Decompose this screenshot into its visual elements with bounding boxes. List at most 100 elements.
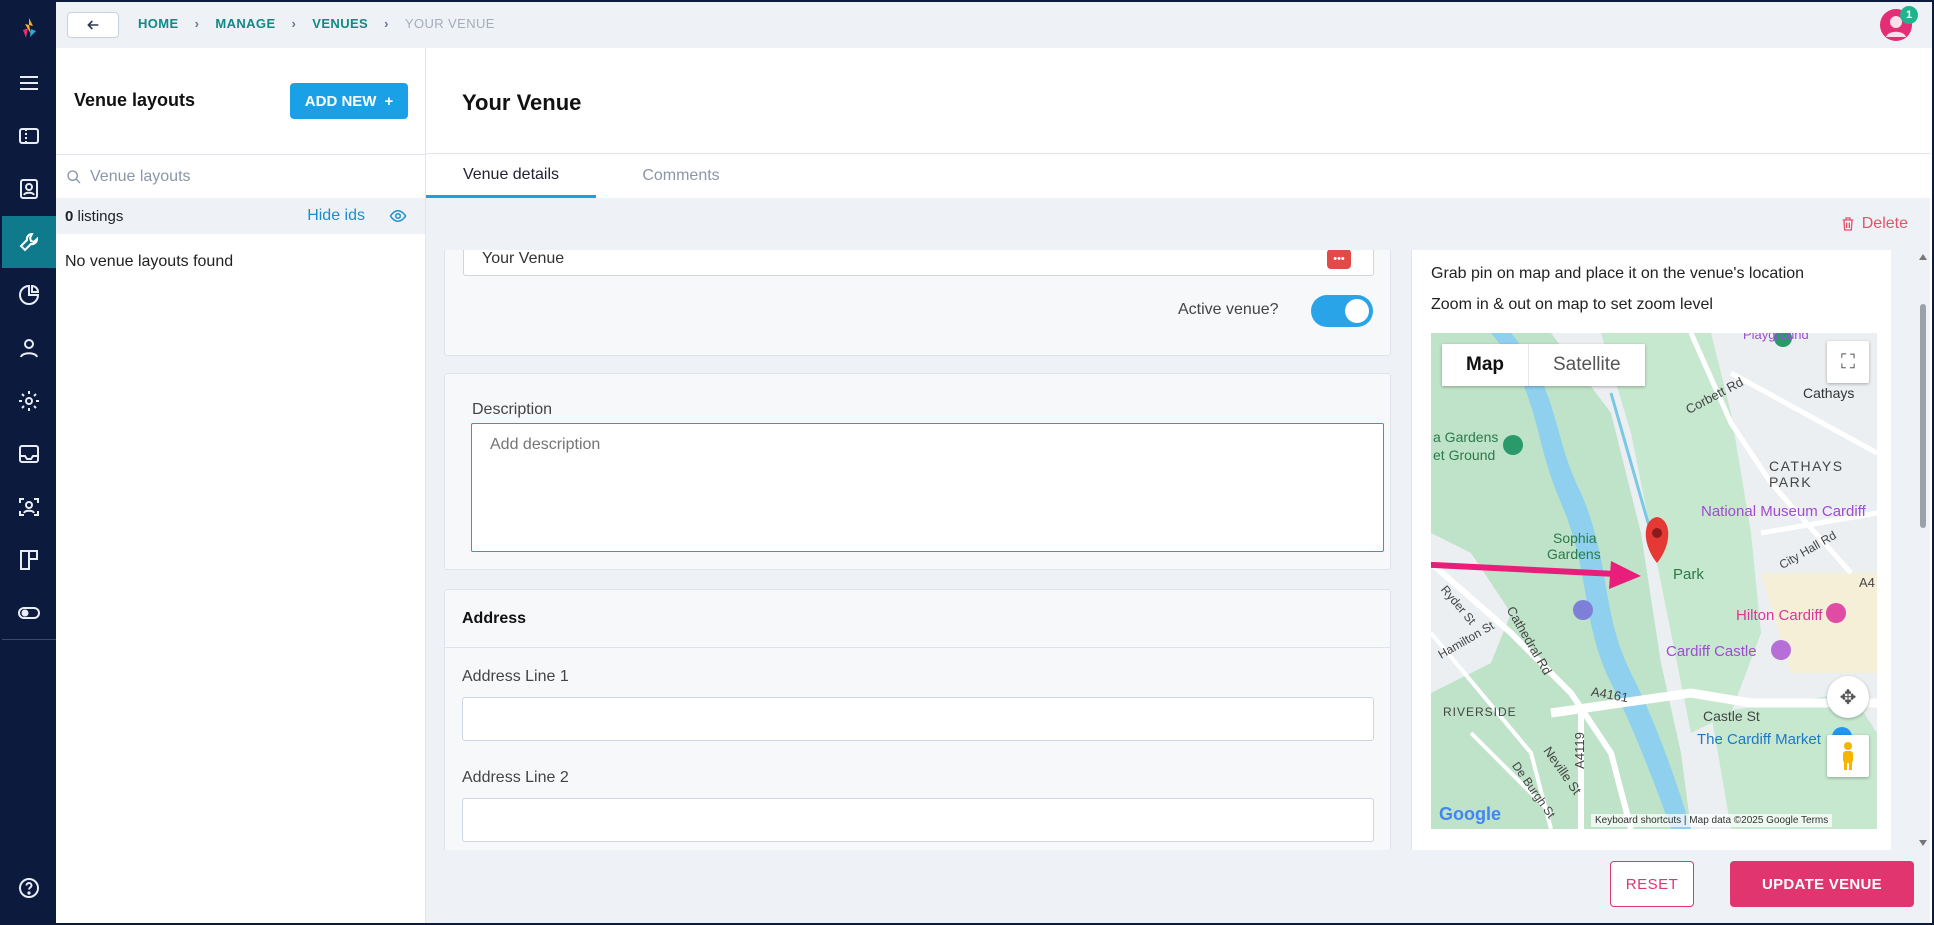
breadcrumb: HOME › MANAGE › VENUES › YOUR VENUE — [138, 16, 495, 31]
menu-icon[interactable] — [2, 57, 56, 109]
layout-board-icon[interactable] — [2, 534, 56, 586]
fullscreen-icon[interactable]: ⛶ — [1827, 341, 1869, 383]
footer-bar: RESET UPDATE VENUE — [426, 850, 1930, 923]
map-type-switch: Map Satellite — [1442, 344, 1645, 386]
active-venue-toggle[interactable] — [1311, 295, 1373, 327]
description-textarea[interactable] — [471, 423, 1384, 552]
address-heading: Address — [445, 590, 1390, 648]
map-type-map-button[interactable]: Map — [1442, 344, 1529, 386]
eye-icon[interactable] — [389, 207, 407, 225]
user-icon[interactable] — [2, 322, 56, 374]
pegman-icon[interactable] — [1827, 735, 1869, 777]
app-logo-icon[interactable] — [2, 2, 56, 54]
ticket-icon[interactable] — [2, 110, 56, 162]
map-label-park: Park — [1673, 566, 1704, 583]
venue-map[interactable]: Playground Cathays Corbett Rd a Gardens … — [1431, 333, 1877, 829]
map-hint-zoom: Zoom in & out on map to set zoom level — [1431, 296, 1713, 313]
breadcrumb-current: YOUR VENUE — [404, 16, 495, 31]
map-label-ground: et Ground — [1433, 447, 1496, 463]
update-venue-button[interactable]: UPDATE VENUE — [1730, 861, 1914, 907]
arrow-left-icon — [87, 20, 99, 30]
main-header: Your Venue — [426, 48, 1930, 154]
listing-count-number: 0 — [65, 207, 74, 225]
map-label-sophia: Sophia — [1553, 530, 1597, 546]
map-label-a4: A4 — [1859, 575, 1875, 590]
password-manager-icon[interactable]: ••• — [1327, 250, 1351, 269]
map-label-castle-st: Castle St — [1703, 708, 1760, 724]
toggle-icon[interactable] — [2, 587, 56, 639]
map-type-satellite-button[interactable]: Satellite — [1529, 344, 1645, 386]
face-scan-icon[interactable] — [2, 481, 56, 533]
map-label-playground: Playground — [1743, 333, 1809, 342]
address-line2-label: Address Line 2 — [462, 769, 569, 786]
active-venue-label: Active venue? — [1178, 301, 1279, 318]
back-button[interactable] — [67, 12, 119, 38]
google-logo: Google — [1439, 804, 1501, 824]
page-title: Your Venue — [462, 90, 582, 115]
address-card: Address Address Line 1 Address Line 2 — [444, 589, 1391, 850]
tab-venue-details[interactable]: Venue details — [426, 154, 596, 198]
map-label-market: The Cardiff Market — [1697, 731, 1821, 748]
tab-comments[interactable]: Comments — [596, 154, 766, 198]
reset-button[interactable]: RESET — [1610, 861, 1694, 907]
wrench-icon[interactable] — [2, 216, 56, 268]
tab-bar: Venue details Comments — [426, 154, 1930, 198]
top-bar: HOME › MANAGE › VENUES › YOUR VENUE 1 — [56, 2, 1932, 48]
address-line1-label: Address Line 1 — [462, 668, 569, 685]
breadcrumb-manage[interactable]: MANAGE — [215, 16, 275, 31]
help-icon[interactable] — [2, 862, 56, 914]
action-bar: Delete — [426, 198, 1930, 250]
search-input[interactable] — [90, 167, 390, 186]
map-attribution[interactable]: Keyboard shortcuts | Map data ©2025 Goog… — [1591, 814, 1833, 827]
layout-search — [56, 154, 425, 198]
address-line2-field[interactable] — [462, 798, 1374, 842]
map-label-riverside: RIVERSIDE — [1443, 705, 1517, 719]
description-label: Description — [472, 401, 553, 418]
breadcrumb-venues[interactable]: VENUES — [312, 16, 368, 31]
listing-count: 0 listings — [65, 208, 123, 225]
map-label-museum: National Museum Cardiff — [1701, 503, 1866, 520]
map-label-castle: Cardiff Castle — [1666, 643, 1757, 660]
listing-count-bar: 0 listings Hide ids — [56, 198, 425, 234]
listing-count-suffix: listings — [77, 207, 124, 225]
trash-icon — [1842, 217, 1854, 231]
toggle-knob — [1345, 299, 1369, 323]
chevron-right-icon: › — [194, 16, 200, 31]
notification-badge: 1 — [1900, 6, 1918, 24]
map-label-hilton: Hilton Cardiff — [1736, 607, 1823, 624]
map-label-cathays-park: CATHAYS PARK — [1769, 458, 1844, 490]
settings-gear-icon[interactable] — [2, 375, 56, 427]
chevron-right-icon: › — [384, 16, 389, 31]
pie-chart-icon[interactable] — [2, 269, 56, 321]
app-window: HOME › MANAGE › VENUES › YOUR VENUE 1 Ve… — [0, 0, 1934, 925]
venue-name-value: Your Venue — [482, 250, 565, 267]
description-card: Description — [444, 373, 1391, 570]
delete-button[interactable]: Delete — [1840, 215, 1908, 233]
venue-layouts-panel: Venue layouts ADD NEW + 0 listings Hide … — [56, 48, 426, 923]
address-line1-field[interactable] — [462, 697, 1374, 741]
add-new-button[interactable]: ADD NEW + — [290, 83, 408, 119]
map-hint-pin: Grab pin on map and place it on the venu… — [1431, 265, 1805, 282]
hide-ids-link[interactable]: Hide ids — [307, 207, 365, 225]
venue-form: Your Venue ••• Active venue? Description… — [426, 250, 1930, 850]
breadcrumb-home[interactable]: HOME — [138, 16, 179, 31]
map-label-a4119: A4119 — [1571, 732, 1587, 769]
contact-card-icon[interactable] — [2, 163, 56, 215]
inbox-icon[interactable] — [2, 428, 56, 480]
panel-title: Venue layouts — [74, 90, 196, 110]
venue-name-field[interactable]: Your Venue ••• — [463, 250, 1374, 276]
venue-name-card: Your Venue ••• Active venue? — [444, 250, 1391, 356]
rail-divider — [2, 639, 56, 640]
map-label-cathays: Cathays — [1803, 385, 1855, 401]
add-new-label: ADD NEW — [304, 92, 377, 110]
map-tiles — [1431, 333, 1877, 829]
map-label-gardens: a Gardens — [1433, 429, 1499, 445]
camera-control-icon[interactable]: ✥ — [1827, 676, 1869, 718]
map-label-sophia-gardens: Gardens — [1547, 546, 1601, 562]
delete-label: Delete — [1861, 215, 1908, 232]
content-scrollbar[interactable] — [1916, 250, 1930, 850]
nav-rail — [2, 2, 56, 923]
map-panel: Grab pin on map and place it on the venu… — [1411, 250, 1891, 850]
search-icon — [67, 169, 81, 183]
empty-state-message: No venue layouts found — [65, 253, 234, 270]
